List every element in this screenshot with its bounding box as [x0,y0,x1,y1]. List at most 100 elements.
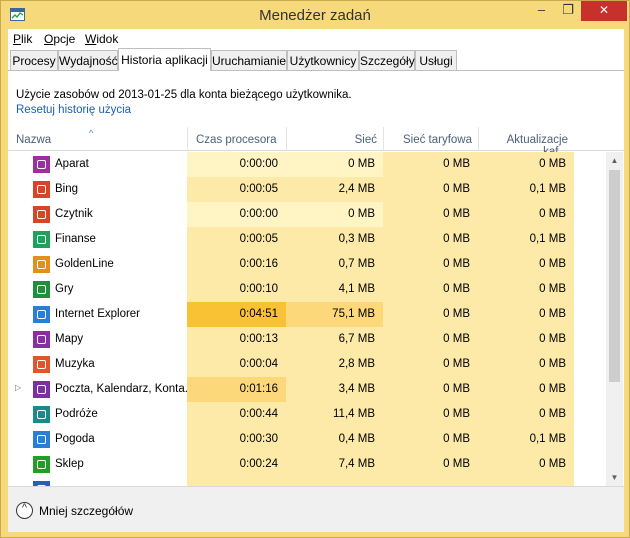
menu-plik[interactable]: Plik [13,32,32,46]
cell-network: 4,1 MB [286,277,383,302]
scroll-up-arrow-icon[interactable]: ▲ [606,152,623,169]
minimize-icon: – [537,2,546,17]
cell-name: Muzyka [8,352,187,377]
cell-network: 0 MB [286,152,383,177]
cell-name: Pogoda [8,427,187,452]
tab-uzytkownicy[interactable]: Użytkownicy [287,50,359,70]
tab-historia-aplikacji[interactable]: Historia aplikacji [118,48,211,71]
cell-metered-network: 0 MB [383,352,478,377]
cell-metered-network: 0 MB [383,177,478,202]
table-row[interactable]: ▷ Poczta, Kalendarz, Konta... 0:01:16 3,4 M… [8,377,606,402]
tab-uruchamianie[interactable]: Uruchamianie [211,50,287,70]
column-header-metered[interactable]: Sieć taryfowa [383,127,478,151]
column-header-tile-updates[interactable]: Aktualizacje kaf... [478,127,574,158]
cell-cpu-time: 0:00:24 [187,452,286,477]
expand-arrow-icon[interactable]: ▷ [15,383,21,392]
cell-name: Aparat [8,152,187,177]
cell-metered-network: 0 MB [383,327,478,352]
tab-uslugi[interactable]: Usługi [415,50,457,70]
cell-network: 6,7 MB [286,327,383,352]
cell-tile-updates: 0 MB [478,402,574,427]
cell-cpu-time: 0:00:00 [187,202,286,227]
table-row[interactable] [8,477,606,486]
cell-name: Podróże [8,402,187,427]
collapse-chevron-icon[interactable]: ^ [16,502,33,519]
table-row[interactable]: Pogoda 0:00:30 0,4 MB 0 MB 0,1 MB [8,427,606,452]
app-name: Mapy [55,333,84,345]
store-app-icon [33,456,50,473]
cell-name: Czytnik [8,202,187,227]
fewer-details-link[interactable]: Mniej szczegółów [39,504,133,518]
app-name: Czytnik [55,208,93,220]
client-area: Plik Opcje Widok Procesy Wydajność Histo… [8,29,624,532]
table-row[interactable]: Internet Explorer 0:04:51 75,1 MB 0 MB 0 MB [8,302,606,327]
table-row[interactable]: Muzyka 0:00:04 2,8 MB 0 MB 0 MB [8,352,606,377]
table-row[interactable]: Sklep 0:00:24 7,4 MB 0 MB 0 MB [8,452,606,477]
maps-app-icon [33,331,50,348]
cell-name: Bing [8,177,187,202]
table-row[interactable]: GoldenLine 0:00:16 0,7 MB 0 MB 0 MB [8,252,606,277]
cell-cpu-time: 0:00:04 [187,352,286,377]
cell-network: 2,4 MB [286,177,383,202]
cell-tile-updates: 0 MB [478,252,574,277]
vertical-scrollbar[interactable]: ▲ ▼ [606,152,623,486]
finance-app-icon [33,231,50,248]
cell-name: Mapy [8,327,187,352]
cell-metered-network: 0 MB [383,252,478,277]
cell-cpu-time: 0:00:44 [187,402,286,427]
maximize-button[interactable]: ❐ [555,1,581,21]
cell-network: 0,3 MB [286,227,383,252]
scroll-down-arrow-icon[interactable]: ▼ [606,469,623,486]
column-header-cpu[interactable]: Czas procesora ... [187,127,286,158]
menu-opcje[interactable]: Opcje [44,32,75,46]
table-row[interactable]: Aparat 0:00:00 0 MB 0 MB 0 MB [8,152,606,177]
scrollbar-thumb[interactable] [609,170,620,382]
cell-network: 75,1 MB [286,302,383,327]
cell-metered-network: 0 MB [383,302,478,327]
cell-network: 0,4 MB [286,427,383,452]
reset-history-link[interactable]: Resetuj historię użycia [16,104,131,116]
cell-tile-updates: 0,1 MB [478,427,574,452]
internet-explorer-icon [33,306,50,323]
cell-metered-network: 0 MB [383,402,478,427]
close-button[interactable]: ✕ [581,1,627,21]
app-name: Bing [55,183,79,195]
task-manager-window: Menedżer zadań – ❐ ✕ Plik Opcje Widok Pr… [0,0,630,538]
close-icon: ✕ [598,3,610,17]
column-header-network[interactable]: Sieć [286,127,383,151]
app-name: GoldenLine [55,258,114,270]
minimize-button[interactable]: – [528,1,555,21]
cell-metered-network: 0 MB [383,452,478,477]
camera-app-icon [33,156,50,173]
menu-widok[interactable]: Widok [85,32,118,46]
table-row[interactable]: Czytnik 0:00:00 0 MB 0 MB 0 MB [8,202,606,227]
mail-app-icon [33,381,50,398]
app-name: Internet Explorer [55,308,141,320]
cell-network: 2,8 MB [286,352,383,377]
tab-procesy[interactable]: Procesy [10,50,58,70]
table-row[interactable]: Bing 0:00:05 2,4 MB 0 MB 0,1 MB [8,177,606,202]
tab-wydajnosc[interactable]: Wydajność [58,50,118,70]
table-rows: Aparat 0:00:00 0 MB 0 MB 0 MB Bing 0:00:05 2,4 … [8,152,606,486]
column-header-name[interactable]: Nazwa [8,127,187,151]
table-row[interactable]: Finanse 0:00:05 0,3 MB 0 MB 0,1 MB [8,227,606,252]
app-name: Muzyka [55,358,95,370]
cell-metered-network: 0 MB [383,427,478,452]
cell-metered-network: 0 MB [383,377,478,402]
menu-bar: Plik Opcje Widok [8,29,624,49]
tab-szczegoly[interactable]: Szczegóły [359,50,415,70]
table-row[interactable]: Podróże 0:00:44 11,4 MB 0 MB 0 MB [8,402,606,427]
reader-app-icon [33,206,50,223]
cell-tile-updates: 0 MB [478,277,574,302]
app-name: Gry [55,283,74,295]
cell-name: GoldenLine [8,252,187,277]
app-name: Poczta, Kalendarz, Konta... [55,383,195,395]
cell-cpu-time [187,477,286,486]
app-name: Sklep [55,458,84,470]
table-row[interactable]: Mapy 0:00:13 6,7 MB 0 MB 0 MB [8,327,606,352]
cell-tile-updates [478,477,574,486]
table-row[interactable]: Gry 0:00:10 4,1 MB 0 MB 0 MB [8,277,606,302]
title-bar[interactable]: Menedżer zadań – ❐ ✕ [1,1,629,29]
cell-network: 7,4 MB [286,452,383,477]
goldenline-app-icon [33,256,50,273]
